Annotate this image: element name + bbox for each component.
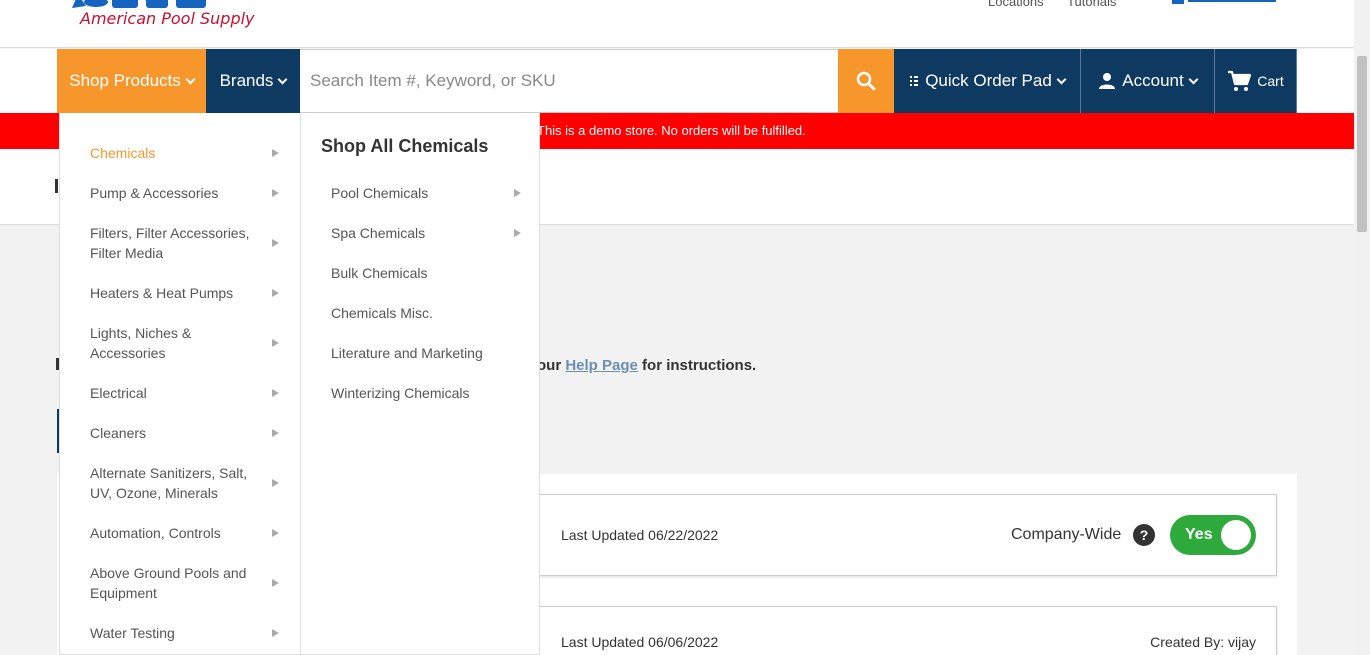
submenu-item-label: Bulk Chemicals xyxy=(331,265,428,281)
caret-right-icon xyxy=(272,289,279,297)
menu-item-label: Alternate Sanitizers, Salt, UV, Ozone, M… xyxy=(90,465,248,501)
menu-item-chemicals[interactable]: Chemicals xyxy=(90,143,280,163)
submenu-item-winterizing-chemicals[interactable]: Winterizing Chemicals xyxy=(331,385,521,401)
locations-link[interactable]: Locations xyxy=(988,0,1044,9)
company-wide-toggle[interactable]: Yes xyxy=(1170,515,1256,555)
toggle-label: Yes xyxy=(1185,526,1213,543)
caret-right-icon xyxy=(272,389,279,397)
help-prefix: our xyxy=(537,357,562,374)
user-icon xyxy=(1099,73,1116,89)
submenu-item-label: Literature and Marketing xyxy=(331,345,483,361)
page-scrollbar[interactable] xyxy=(1354,0,1370,655)
submenu-item-label: Chemicals Misc. xyxy=(331,305,433,321)
scrollbar-thumb[interactable] xyxy=(1357,56,1367,232)
help-suffix: for instructions. xyxy=(642,357,757,374)
submenu-item-chemicals-misc[interactable]: Chemicals Misc. xyxy=(331,305,521,321)
caret-right-icon xyxy=(514,229,521,237)
menu-item-heaters[interactable]: Heaters & Heat Pumps xyxy=(90,283,280,303)
cart-label: Cart xyxy=(1257,73,1284,89)
shop-all-chemicals-link[interactable]: Shop All Chemicals xyxy=(321,136,488,157)
main-navbar: Shop Products Brands Quick Order Pad xyxy=(0,49,1354,113)
created-by-text: Created By: vijay xyxy=(1150,634,1256,650)
chevron-down-icon xyxy=(185,74,196,84)
menu-item-label: Lights, Niches & Accessories xyxy=(90,325,192,361)
brands-button[interactable]: Brands xyxy=(206,49,300,113)
search-input[interactable] xyxy=(300,50,838,112)
menu-item-label: Heaters & Heat Pumps xyxy=(90,285,234,301)
list-icon xyxy=(910,76,919,86)
search-box xyxy=(300,49,838,113)
menu-item-lights[interactable]: Lights, Niches & Accessories xyxy=(90,323,280,363)
menu-item-water-testing[interactable]: Water Testing xyxy=(90,623,280,643)
cart-icon xyxy=(1228,70,1252,91)
menu-item-pump-accessories[interactable]: Pump & Accessories xyxy=(90,183,280,203)
menu-item-label: Chemicals xyxy=(90,145,156,161)
search-icon xyxy=(856,71,876,91)
account-button[interactable]: Account xyxy=(1081,49,1215,113)
category-menu: Chemicals Pump & Accessories Filters, Fi… xyxy=(59,113,301,655)
list-card[interactable]: Last Updated 06/22/2022 Company-Wide ? Y… xyxy=(527,494,1277,576)
caret-right-icon xyxy=(272,579,279,587)
caret-right-icon xyxy=(272,239,279,247)
shop-products-button[interactable]: Shop Products xyxy=(57,49,206,113)
menu-item-above-ground[interactable]: Above Ground Pools and Equipment xyxy=(90,563,280,603)
help-page-link[interactable]: Help Page xyxy=(565,357,638,374)
menu-item-filters[interactable]: Filters, Filter Accessories, Filter Medi… xyxy=(90,223,280,263)
caret-right-icon xyxy=(272,429,279,437)
menu-item-label: Filters, Filter Accessories, Filter Medi… xyxy=(90,225,250,261)
help-text: our Help Page for instructions. xyxy=(537,357,756,374)
caret-right-icon xyxy=(272,479,279,487)
submenu-item-label: Winterizing Chemicals xyxy=(331,385,470,401)
caret-right-icon xyxy=(272,529,279,537)
submenu-item-pool-chemicals[interactable]: Pool Chemicals xyxy=(331,185,521,201)
demo-banner-text: This is a demo store. No orders will be … xyxy=(537,123,806,138)
caret-right-icon xyxy=(272,339,279,347)
nav-inner: Shop Products Brands Quick Order Pad xyxy=(57,49,1297,113)
cart-button[interactable]: Cart xyxy=(1215,49,1297,113)
caret-right-icon xyxy=(272,629,279,637)
menu-item-label: Water Testing xyxy=(90,625,175,641)
quick-order-pad-label: Quick Order Pad xyxy=(925,71,1052,90)
quick-order-pad-button[interactable]: Quick Order Pad xyxy=(894,49,1081,113)
menu-item-sanitizers[interactable]: Alternate Sanitizers, Salt, UV, Ozone, M… xyxy=(90,463,280,503)
submenu-item-label: Pool Chemicals xyxy=(331,185,429,201)
menu-item-label: Automation, Controls xyxy=(90,525,221,541)
submenu-item-spa-chemicals[interactable]: Spa Chemicals xyxy=(331,225,521,241)
last-updated-text: Last Updated 06/22/2022 xyxy=(561,527,719,543)
tutorials-link[interactable]: Tutorials xyxy=(1067,0,1116,9)
chevron-down-icon xyxy=(1056,74,1067,84)
last-updated-text: Last Updated 06/06/2022 xyxy=(561,634,719,650)
menu-item-label: Cleaners xyxy=(90,425,147,441)
submenu-item-literature-marketing[interactable]: Literature and Marketing xyxy=(331,345,521,361)
menu-item-cleaners[interactable]: Cleaners xyxy=(90,423,280,443)
submenu-item-label: Spa Chemicals xyxy=(331,225,426,241)
chevron-down-icon xyxy=(277,74,288,84)
menu-item-automation[interactable]: Automation, Controls xyxy=(90,523,280,543)
caret-right-icon xyxy=(272,149,279,157)
top-links: Locations Tutorials xyxy=(988,0,1136,9)
company-wide-label: Company-Wide xyxy=(1011,526,1122,543)
chevron-down-icon xyxy=(1188,74,1199,84)
search-button[interactable] xyxy=(838,49,894,113)
shop-products-label: Shop Products xyxy=(69,71,181,90)
breadcrumb-marker xyxy=(55,179,58,193)
menu-item-label: Pump & Accessories xyxy=(90,185,219,201)
list-card[interactable]: Last Updated 06/06/2022 Created By: vija… xyxy=(527,606,1277,655)
brands-label: Brands xyxy=(219,71,274,90)
account-label: Account xyxy=(1122,71,1184,90)
toggle-knob xyxy=(1221,520,1251,550)
chemicals-submenu: Shop All Chemicals Pool Chemicals Spa Ch… xyxy=(300,113,540,655)
menu-item-label: Above Ground Pools and Equipment xyxy=(90,565,247,601)
caret-right-icon xyxy=(514,189,521,197)
logo-text: American Pool Supply xyxy=(80,9,255,28)
menu-item-electrical[interactable]: Electrical xyxy=(90,383,280,403)
heritage-logo-icon[interactable] xyxy=(1172,0,1276,4)
menu-item-label: Electrical xyxy=(90,385,147,401)
submenu-item-bulk-chemicals[interactable]: Bulk Chemicals xyxy=(331,265,521,281)
caret-right-icon xyxy=(272,189,279,197)
top-header: American Pool Supply Locations Tutorials xyxy=(0,0,1354,48)
help-question-icon[interactable]: ? xyxy=(1133,524,1155,546)
